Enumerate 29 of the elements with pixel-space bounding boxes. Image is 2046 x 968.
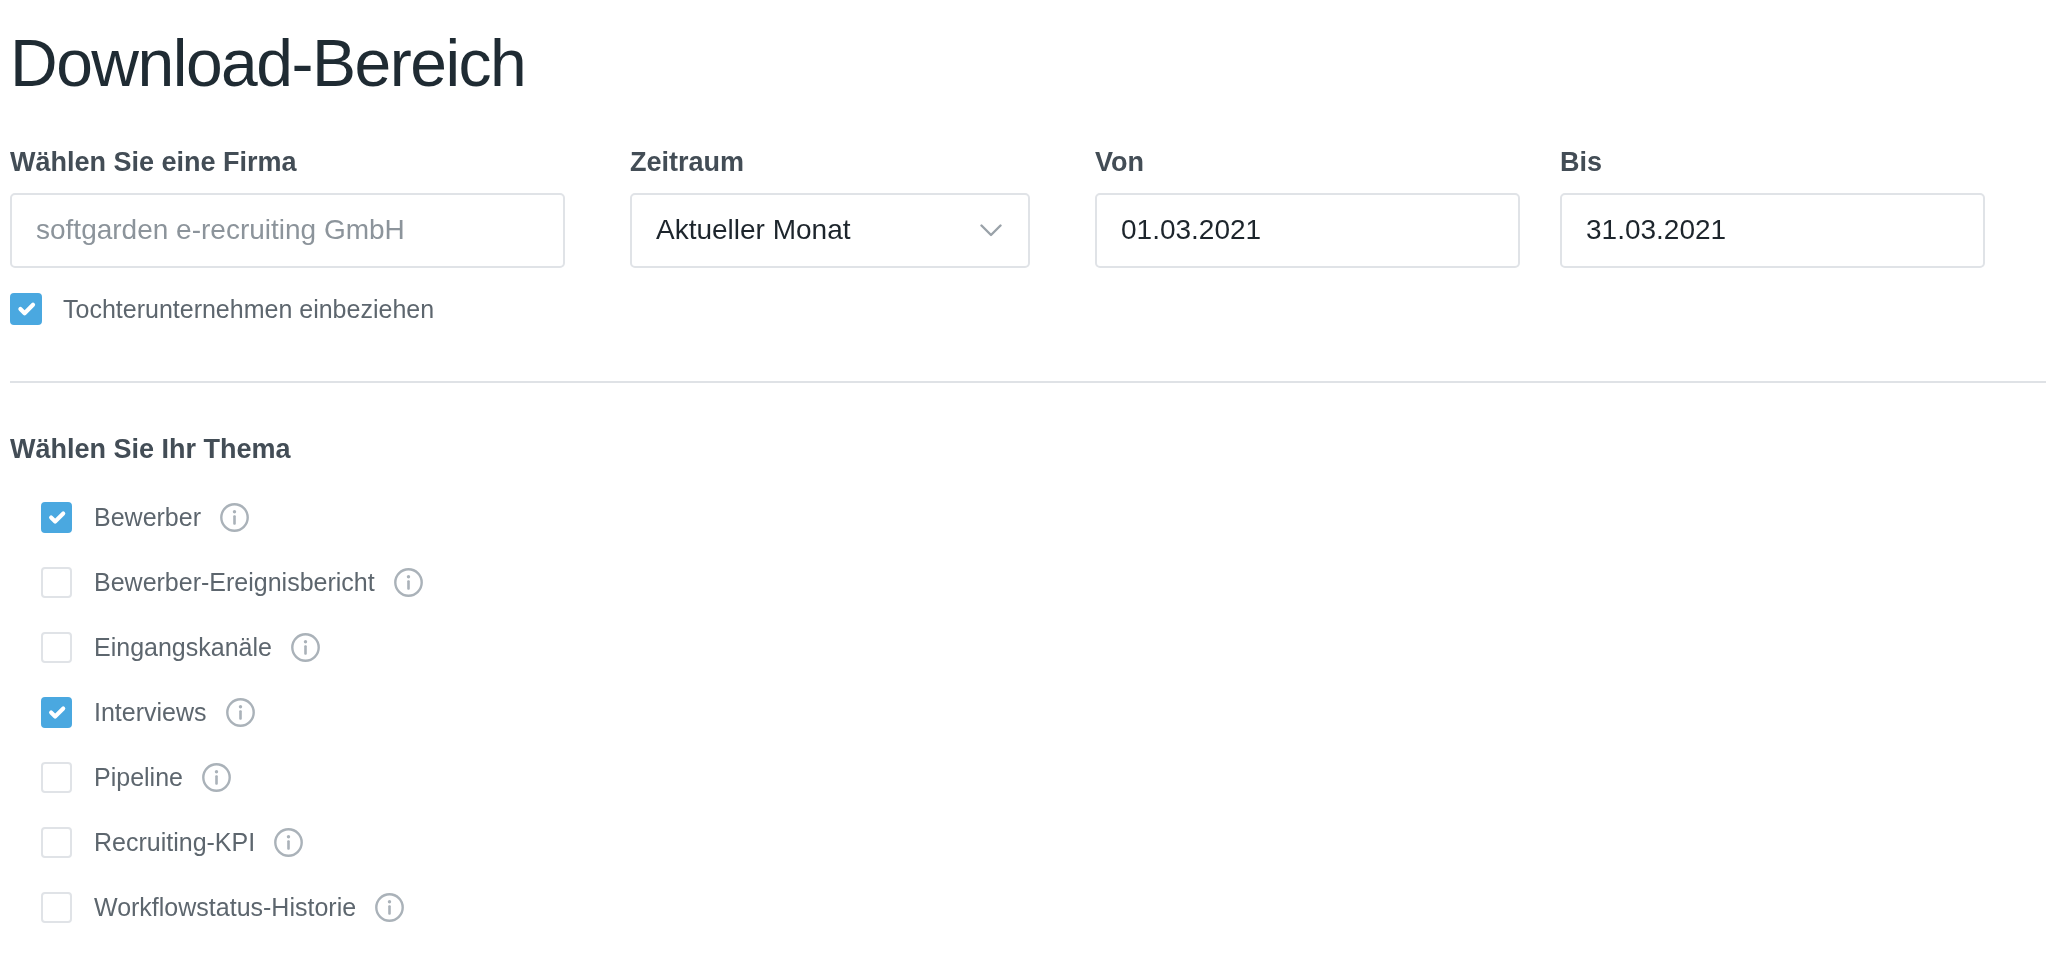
info-icon[interactable] [274, 827, 304, 857]
date-field[interactable]: 01.03.2021 [1095, 192, 1520, 268]
field-label: Zeitraum [630, 146, 745, 179]
checkbox-label: Eingangskanäle [94, 632, 272, 663]
checkbox-label: Pipeline [94, 762, 183, 793]
chevron-down-icon [980, 223, 1002, 237]
checkbox-label: Workflowstatus-Historie [94, 892, 357, 923]
checkbox[interactable] [41, 501, 72, 533]
checkbox-label: Bewerber [94, 502, 201, 533]
info-icon[interactable] [220, 502, 249, 532]
info-icon[interactable] [393, 567, 423, 597]
checkbox-label: Tochterunternehmen einbeziehen [63, 293, 435, 324]
info-icon[interactable] [290, 632, 320, 662]
checkbox-label: Bewerber-Ereignisbericht [94, 567, 375, 598]
field-label: Von [1095, 146, 1144, 179]
info-icon[interactable] [201, 762, 231, 792]
date-field[interactable]: 31.03.2021 [1560, 192, 1985, 268]
field-label: Bis [1560, 146, 1603, 179]
checkbox-label: Recruiting-KPI [94, 827, 256, 858]
checkbox[interactable] [10, 292, 42, 325]
section-heading: Wählen Sie Ihr Thema [10, 432, 291, 465]
info-icon[interactable] [375, 892, 405, 922]
period-dropdown[interactable]: Aktueller Monat [630, 192, 1030, 268]
company-field[interactable]: softgarden e-recruiting GmbH [10, 192, 565, 268]
info-icon[interactable] [225, 697, 255, 727]
checkbox[interactable] [41, 696, 72, 728]
checkbox-label: Interviews [94, 697, 207, 728]
page-title: Download-Bereich [10, 25, 526, 102]
field-label: Wählen Sie eine Firma [10, 146, 297, 179]
